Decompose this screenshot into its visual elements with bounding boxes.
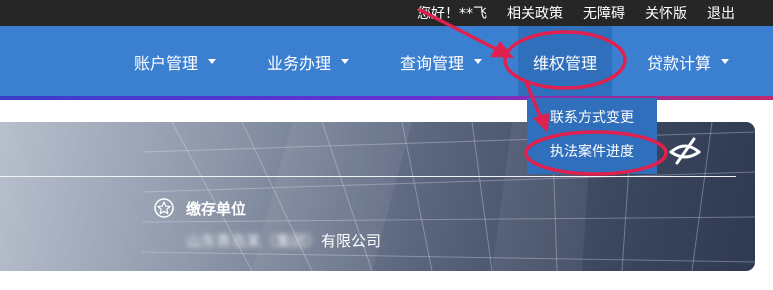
star-icon [154, 198, 174, 218]
nav-label: 账户管理 [134, 53, 199, 73]
nav-account-management[interactable]: 账户管理 [134, 26, 217, 97]
link-logout[interactable]: 退出 [707, 3, 735, 23]
nav-gradient-divider [0, 96, 773, 100]
caret-down-icon [721, 59, 730, 64]
caret-down-icon [474, 59, 483, 64]
menu-item-case-progress[interactable]: 执法案件进度 [527, 136, 657, 166]
company-name-suffix: 有限公司 [321, 231, 382, 250]
top-links: 您好！**飞 相关政策 无障碍 关怀版 退出 [417, 0, 735, 26]
link-policy[interactable]: 相关政策 [507, 3, 563, 23]
nav-business-handling[interactable]: 业务办理 [267, 26, 350, 97]
nav-label: 查询管理 [400, 53, 465, 73]
nav-label: 业务办理 [267, 53, 332, 73]
link-accessibility[interactable]: 无障碍 [583, 3, 625, 23]
top-utility-bar: 您好！**飞 相关政策 无障碍 关怀版 退出 [0, 0, 773, 26]
caret-down-icon [208, 59, 217, 64]
company-name: 山东青岛某（集团） 有限公司 [186, 229, 381, 251]
unit-section-title: 缴存单位 [186, 199, 247, 218]
menu-item-contact-change[interactable]: 联系方式变更 [527, 102, 657, 132]
rights-dropdown-menu: 联系方式变更 执法案件进度 [527, 98, 657, 174]
nav-label: 维权管理 [532, 53, 597, 73]
company-name-redacted: 山东青岛某（集团） [186, 231, 322, 250]
nav-rights-management[interactable]: 维权管理 [518, 26, 612, 97]
eye-off-icon[interactable] [667, 136, 703, 166]
link-care-version[interactable]: 关怀版 [645, 3, 687, 23]
banner-divider [0, 176, 736, 177]
user-greeting: 您好！**飞 [417, 6, 487, 22]
nav-loan-calculator[interactable]: 贷款计算 [647, 26, 730, 97]
nav-query-management[interactable]: 查询管理 [400, 26, 483, 97]
nav-label: 贷款计算 [647, 53, 712, 73]
caret-down-icon [341, 59, 350, 64]
